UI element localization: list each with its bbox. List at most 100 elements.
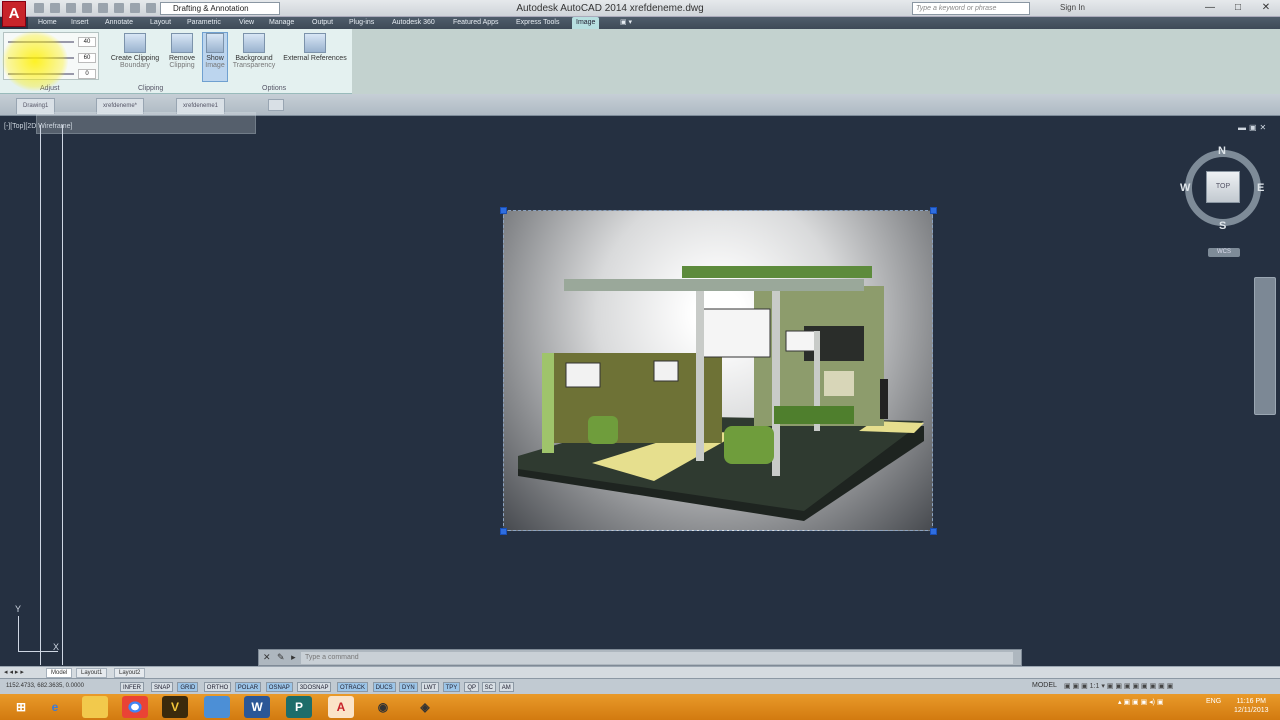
status-toggle-grid[interactable]: GRID	[177, 682, 199, 692]
network-app-icon[interactable]	[204, 696, 230, 718]
tab-express-tools[interactable]: Express Tools	[512, 17, 563, 29]
raster-image[interactable]	[503, 210, 933, 531]
ribbon-toggle-icon[interactable]: ▣ ▾	[616, 17, 636, 29]
button-label: External References	[283, 55, 347, 62]
word-icon[interactable]: W	[244, 696, 270, 718]
autocad-taskbar-icon[interactable]: A	[328, 696, 354, 718]
tab-parametric[interactable]: Parametric	[183, 17, 225, 29]
status-toggle-osnap[interactable]: OSNAP	[265, 682, 293, 692]
workspace-select[interactable]: Drafting & Annotation	[160, 2, 280, 15]
tab-model[interactable]: Model	[46, 668, 73, 678]
signin-link[interactable]: Sign In	[1060, 3, 1085, 12]
create-clipping-boundary-button[interactable]: Create Clipping Boundary	[106, 33, 164, 83]
annotation-scale-icons[interactable]: ▣ ▣ ▣ 1:1 ▾ ▣ ▣ ▣ ▣ ▣ ▣ ▣ ▣	[1064, 682, 1173, 690]
status-toggle-sc[interactable]: SC	[481, 682, 496, 692]
brightness-value[interactable]: 40	[78, 37, 96, 47]
saveas-icon[interactable]	[82, 3, 92, 13]
dropdown-icon[interactable]	[146, 3, 156, 13]
brightness-slider[interactable]: 40	[8, 37, 96, 47]
fade-value[interactable]: 0	[78, 69, 96, 79]
maximize-button[interactable]: □	[1228, 1, 1248, 15]
status-toggle-qp[interactable]: QP	[464, 682, 480, 692]
system-clock[interactable]: 11:16 PM 12/11/2013	[1234, 697, 1269, 715]
open-icon[interactable]	[50, 3, 60, 13]
chrome-icon[interactable]	[122, 696, 148, 718]
tab-layout[interactable]: Layout	[146, 17, 175, 29]
file-explorer-icon[interactable]	[82, 696, 108, 718]
tab-autodesk360[interactable]: Autodesk 360	[388, 17, 439, 29]
layout-nav-arrows[interactable]: ◂ ◂ ▸ ▸	[4, 668, 24, 676]
redo-icon[interactable]	[130, 3, 140, 13]
coordinates-readout[interactable]: 1152.4733, 682.3635, 0.0000	[6, 683, 84, 689]
xref-icon	[304, 33, 326, 53]
start-button-icon[interactable]: ⊞	[8, 696, 34, 718]
button-label: Show	[206, 55, 224, 62]
button-sublabel: Transparency	[232, 62, 276, 69]
show-image-button[interactable]: Show Image	[202, 32, 228, 82]
command-line-icons[interactable]: ✕ ✎ ▸	[263, 652, 298, 663]
compass-s[interactable]: S	[1219, 220, 1226, 232]
vlc-icon[interactable]: V	[162, 696, 188, 718]
remove-clipping-button[interactable]: Remove Clipping	[166, 33, 198, 83]
wcs-menu[interactable]: WCS	[1208, 248, 1240, 257]
contrast-slider[interactable]: 60	[8, 53, 96, 63]
viewcube[interactable]: TOP N S E W	[1180, 145, 1270, 235]
media-app-icon[interactable]: ◉	[370, 696, 396, 718]
tab-output[interactable]: Output	[308, 17, 337, 29]
tab-layout1[interactable]: Layout1	[76, 668, 108, 678]
status-toggle-am[interactable]: AM	[498, 682, 514, 692]
save-icon[interactable]	[66, 3, 76, 13]
undo-icon[interactable]	[114, 3, 124, 13]
compass-w[interactable]: W	[1180, 182, 1190, 194]
tab-annotate[interactable]: Annotate	[101, 17, 137, 29]
close-button[interactable]: ✕	[1256, 1, 1276, 15]
tray-language[interactable]: ENG	[1206, 698, 1221, 705]
status-toggle-ducs[interactable]: DUCS	[372, 682, 396, 692]
tab-view[interactable]: View	[235, 17, 258, 29]
tab-image[interactable]: Image	[572, 17, 600, 29]
status-toggle-ortho[interactable]: ORTHO	[203, 682, 232, 692]
new-tab-icon[interactable]	[268, 99, 284, 111]
image-grip[interactable]	[500, 207, 507, 214]
ribbon-panel: 40 60 0 Create Clipping Boundary Remove …	[0, 29, 352, 94]
tray-icons[interactable]: ▴ ▣ ▣ ▣ ◂) ▣	[1118, 698, 1164, 706]
plot-icon[interactable]	[98, 3, 108, 13]
status-toggle-tpy[interactable]: TPY	[442, 682, 461, 692]
external-references-button[interactable]: External References	[280, 33, 350, 83]
status-toggle-polar[interactable]: POLAR	[234, 682, 262, 692]
image-grip[interactable]	[930, 207, 937, 214]
tab-manage[interactable]: Manage	[265, 17, 298, 29]
application-menu-button[interactable]: A	[2, 1, 26, 27]
tab-home[interactable]: Home	[34, 17, 61, 29]
viewport-window-controls[interactable]: ▬▣✕	[1238, 123, 1269, 132]
status-toggle-3dosnap[interactable]: 3DOSNAP	[296, 682, 332, 692]
image-grip[interactable]	[500, 528, 507, 535]
search-input[interactable]: Type a keyword or phrase	[912, 2, 1030, 15]
image-grip[interactable]	[930, 528, 937, 535]
ie-icon[interactable]: e	[42, 696, 68, 718]
tab-layout2[interactable]: Layout2	[114, 668, 146, 678]
status-toggle-infer[interactable]: INFER	[120, 682, 144, 692]
fade-slider[interactable]: 0	[8, 69, 96, 79]
new-icon[interactable]	[34, 3, 44, 13]
model-space-toggle[interactable]: MODEL	[1032, 682, 1057, 689]
status-toggle-snap[interactable]: SNAP	[151, 682, 174, 692]
tab-insert[interactable]: Insert	[67, 17, 93, 29]
navigation-bar[interactable]	[1254, 277, 1276, 415]
compass-n[interactable]: N	[1218, 145, 1226, 157]
minimize-button[interactable]: —	[1200, 1, 1220, 15]
contrast-value[interactable]: 60	[78, 53, 96, 63]
status-toggle-dyn[interactable]: DYN	[399, 682, 418, 692]
status-toggle-lwt[interactable]: LWT	[420, 682, 440, 692]
transparency-icon	[243, 33, 265, 53]
recorder-app-icon[interactable]: ◈	[412, 696, 438, 718]
viewcube-top-face[interactable]: TOP	[1206, 171, 1240, 203]
tab-featured-apps[interactable]: Featured Apps	[449, 17, 503, 29]
ucs-x-label: X	[53, 642, 60, 652]
tab-plugins[interactable]: Plug-ins	[345, 17, 378, 29]
background-transparency-button[interactable]: Background Transparency	[230, 33, 278, 83]
status-toggle-otrack[interactable]: OTRACK	[337, 682, 369, 692]
compass-e[interactable]: E	[1257, 182, 1264, 194]
photoshop-icon[interactable]: P	[286, 696, 312, 718]
command-input[interactable]: Type a command	[301, 652, 1013, 664]
